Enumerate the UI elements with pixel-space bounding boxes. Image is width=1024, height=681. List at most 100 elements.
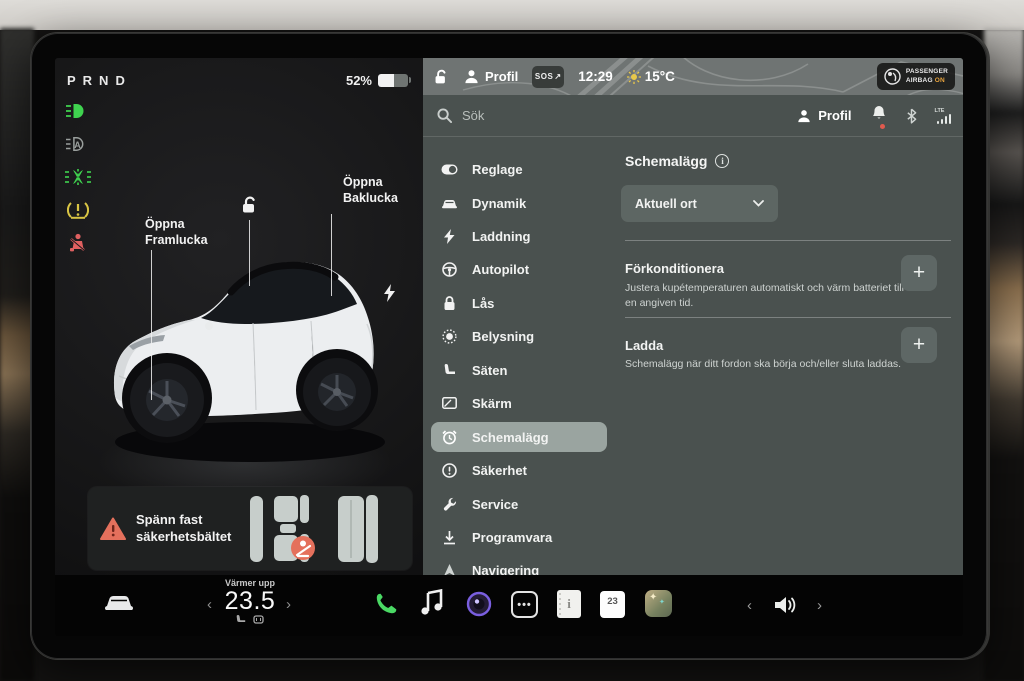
apps-more-icon[interactable]: ••• xyxy=(511,591,538,618)
sidebar-item-dynamik[interactable]: Dynamik xyxy=(431,186,607,219)
battery-icon xyxy=(378,73,408,87)
display-icon xyxy=(441,397,458,410)
headlight-on-icon xyxy=(65,100,91,122)
gear-selector-display: PRND xyxy=(67,72,132,88)
volume-up-chevron[interactable]: › xyxy=(817,597,822,614)
panel-title: Schemalägg xyxy=(625,153,708,169)
sidebar-item-laddning[interactable]: Laddning xyxy=(431,220,607,253)
sidebar-item-label: Säkerhet xyxy=(472,463,527,479)
lock-icon xyxy=(441,295,458,311)
headlight-auto-icon: A xyxy=(65,133,91,155)
sidebar-item-label: Programvara xyxy=(472,530,553,546)
sidebar-item-skarm[interactable]: Skärm xyxy=(431,387,607,420)
sidebar-item-label: Säten xyxy=(472,362,508,378)
clock: 12:29 xyxy=(578,69,613,84)
add-charge-schedule-button[interactable]: + xyxy=(901,327,937,363)
background-dashboard-right xyxy=(984,28,1024,681)
add-precondition-button[interactable]: + xyxy=(901,255,937,291)
sidebar-item-label: Laddning xyxy=(472,228,531,244)
dashcam-app-icon[interactable] xyxy=(465,590,493,618)
sidebar-item-label: Service xyxy=(472,496,519,512)
airbag-icon xyxy=(884,68,901,85)
seat-heater-icons[interactable] xyxy=(195,615,305,624)
svg-text:A: A xyxy=(74,140,81,150)
search-input[interactable]: Sök xyxy=(462,108,484,123)
sidebar-item-saten[interactable]: Säten xyxy=(431,353,607,386)
steering-wheel-icon xyxy=(441,262,458,278)
music-app-icon[interactable] xyxy=(420,589,444,617)
unlock-icon[interactable] xyxy=(240,196,260,219)
precondition-title: Förkonditionera xyxy=(625,261,724,276)
top-status-bar: Profil SOS ↗ 12:29 15°C PASSENGER AIRBAG … xyxy=(423,58,963,95)
frunk-guide-line xyxy=(151,250,152,400)
sidebar-item-reglage[interactable]: Reglage xyxy=(431,153,607,186)
sidebar-item-label: Lås xyxy=(472,295,495,311)
schedule-panel: Schemalägg i Aktuell ort Förkonditionera… xyxy=(621,95,951,575)
car-interior-photo: PRND 52% A Öppna Framlucka Öppna Bakluck… xyxy=(0,0,1024,681)
alert-circle-icon xyxy=(441,463,458,479)
background-dashboard-left xyxy=(0,28,34,681)
chevron-down-icon xyxy=(753,200,764,207)
airbag-state: ON xyxy=(934,76,945,84)
unlock-guide-line xyxy=(249,220,250,286)
precondition-description: Justera kupétemperaturen automatiskt och… xyxy=(625,282,904,310)
brightness-icon xyxy=(441,329,458,344)
seatbelt-warning-text: Spänn fast säkerhetsbältet xyxy=(136,511,232,544)
sidebar-item-autopilot[interactable]: Autopilot xyxy=(431,253,607,286)
sos-button[interactable]: SOS ↗ xyxy=(532,65,565,88)
seatbelt-warning-icon xyxy=(65,232,91,254)
touchscreen-bezel: PRND 52% A Öppna Framlucka Öppna Bakluck… xyxy=(30,32,988,660)
background-headliner xyxy=(0,0,1024,30)
sidebar-item-sakerhet[interactable]: Säkerhet xyxy=(431,454,607,487)
charge-description: Schemalägg när ditt fordon ska börja och… xyxy=(625,358,902,370)
settings-area: Profil SOS ↗ 12:29 15°C PASSENGER AIRBAG … xyxy=(423,58,963,578)
sidebar-item-label: Reglage xyxy=(472,162,523,178)
climate-next-chevron[interactable]: › xyxy=(286,596,291,613)
sidebar-item-label: Belysning xyxy=(472,329,535,345)
sidebar-item-label: Dynamik xyxy=(472,195,527,211)
download-icon xyxy=(441,530,458,545)
sidebar-item-label: Autopilot xyxy=(472,262,530,278)
sidebar-item-programvara[interactable]: Programvara xyxy=(431,521,607,554)
touchscreen: PRND 52% A Öppna Framlucka Öppna Bakluck… xyxy=(55,58,963,636)
lightning-icon xyxy=(441,228,458,244)
sidebar-item-service[interactable]: Service xyxy=(431,488,607,521)
phone-app-icon[interactable] xyxy=(373,591,399,617)
calendar-app-icon[interactable]: 23 xyxy=(600,591,625,618)
alarm-clock-icon xyxy=(441,430,458,445)
open-frunk-button[interactable]: Öppna Framlucka xyxy=(145,216,208,249)
wrench-icon xyxy=(441,497,458,511)
profile-menu-button[interactable]: Profil xyxy=(464,69,518,84)
section-divider xyxy=(625,240,951,241)
car-controls-icon[interactable] xyxy=(103,591,135,613)
charge-title: Ladda xyxy=(625,338,664,353)
manual-app-icon[interactable]: i xyxy=(557,590,581,618)
battery-percentage: 52% xyxy=(345,72,372,88)
outside-temperature: 15°C xyxy=(626,69,675,84)
section-divider xyxy=(625,317,951,318)
seat-icon xyxy=(441,363,458,377)
location-dropdown[interactable]: Aktuell ort xyxy=(621,185,778,222)
sidebar-item-belysning[interactable]: Belysning xyxy=(431,320,607,353)
sidebar-item-las[interactable]: Lås xyxy=(431,287,607,320)
sun-icon xyxy=(626,69,641,84)
sidebar-item-schemalagg[interactable]: Schemalägg xyxy=(431,422,607,453)
theater-app-icon[interactable]: ✦ ✦ xyxy=(645,590,672,617)
seat-occupancy-diagram xyxy=(250,494,378,563)
seatbelt-warning-card[interactable]: Spänn fast säkerhetsbältet xyxy=(88,487,412,570)
info-icon[interactable]: i xyxy=(715,154,730,168)
open-trunk-button[interactable]: Öppna Baklucka xyxy=(343,174,398,207)
sidebar-item-label: Skärm xyxy=(472,395,512,411)
settings-menu: Reglage Dynamik Laddning Autopilot Lås B… xyxy=(431,153,607,588)
volume-down-chevron[interactable]: ‹ xyxy=(747,597,752,614)
sidebar-item-label: Schemalägg xyxy=(472,429,549,445)
volume-icon[interactable] xyxy=(773,593,801,617)
unlocked-icon[interactable] xyxy=(433,69,450,85)
tire-pressure-warning-icon xyxy=(65,199,91,221)
passenger-airbag-badge: PASSENGER AIRBAG ON xyxy=(876,63,955,90)
toggle-icon xyxy=(441,164,458,175)
vehicle-3d-view[interactable] xyxy=(105,246,400,470)
car-status-area: PRND 52% A Öppna Framlucka Öppna Bakluck… xyxy=(55,58,423,575)
charge-port-icon[interactable] xyxy=(383,284,396,307)
warning-triangle-icon xyxy=(100,517,126,540)
